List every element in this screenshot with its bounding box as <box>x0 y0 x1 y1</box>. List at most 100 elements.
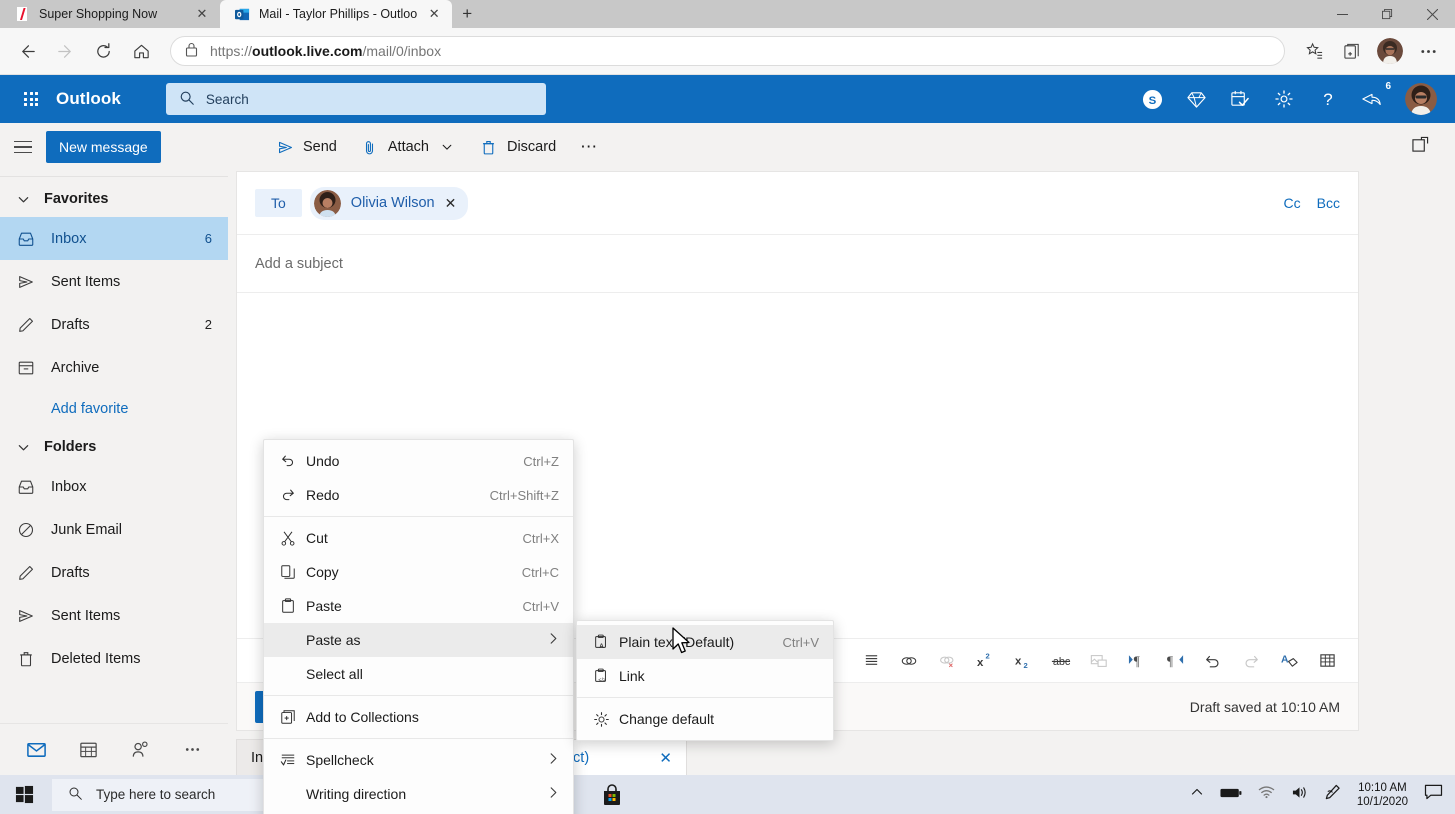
attach-button[interactable]: Attach <box>349 131 468 163</box>
pencil-icon <box>16 563 35 582</box>
cc-button[interactable]: Cc <box>1284 195 1301 211</box>
home-icon[interactable] <box>124 34 158 68</box>
sidebar-item-label: Drafts <box>51 564 90 581</box>
align-icon[interactable] <box>852 646 890 676</box>
volume-icon[interactable] <box>1291 785 1308 805</box>
context-menu-item-paste[interactable]: Paste Ctrl+V <box>264 589 573 623</box>
context-menu-item-writing-direction[interactable]: Writing direction <box>264 777 573 811</box>
pen-icon[interactable] <box>1324 784 1341 805</box>
share-icon[interactable]: 6 <box>1361 81 1391 110</box>
favorites-icon[interactable] <box>1297 34 1331 68</box>
new-tab-button[interactable]: + <box>452 0 482 28</box>
hamburger-menu-icon[interactable] <box>14 136 36 158</box>
minimize-icon[interactable] <box>1320 0 1365 28</box>
submenu-item-plain-text[interactable]: A Plain text (Default) Ctrl+V <box>577 625 833 659</box>
rtl-icon[interactable]: ¶ <box>1156 646 1194 676</box>
subject-input[interactable]: Add a subject <box>237 235 1358 293</box>
window-controls <box>1320 0 1455 28</box>
sidebar-item-archive-fav[interactable]: Archive <box>0 346 228 389</box>
link-icon[interactable] <box>890 646 928 676</box>
tab-close-icon[interactable]: ✕ <box>194 6 210 22</box>
browser-more-icon[interactable] <box>1411 34 1445 68</box>
sidebar-item-junk[interactable]: Junk Email <box>0 508 228 551</box>
diamond-icon[interactable] <box>1185 88 1207 110</box>
context-menu-item-paste-as[interactable]: Paste as <box>264 623 573 657</box>
taskbar-clock[interactable]: 10:10 AM 10/1/2020 <box>1357 781 1408 809</box>
sidebar-item-sent[interactable]: Sent Items <box>0 594 228 637</box>
clear-format-icon[interactable]: A <box>1270 646 1308 676</box>
undo-icon[interactable] <box>1194 646 1232 676</box>
popout-icon[interactable] <box>1412 136 1455 158</box>
reload-icon[interactable] <box>86 34 120 68</box>
profile-avatar[interactable] <box>1373 34 1407 68</box>
start-button-icon[interactable] <box>0 775 48 814</box>
remove-recipient-icon[interactable]: ✕ <box>445 195 457 212</box>
sidebar-item-inbox-fav[interactable]: Inbox 6 <box>0 217 228 260</box>
sidebar-item-deleted[interactable]: Deleted Items <box>0 637 228 680</box>
address-bar[interactable]: https://outlook.live.com/mail/0/inbox <box>170 36 1285 66</box>
calendar-check-icon[interactable] <box>1229 88 1251 110</box>
add-favorite-link[interactable]: Add favorite <box>0 389 228 429</box>
chevron-right-icon <box>548 786 559 802</box>
browser-tab-shopping[interactable]: Super Shopping Now ✕ <box>0 0 220 28</box>
context-menu-item-add-to-collections[interactable]: Add to Collections <box>264 700 573 734</box>
user-avatar[interactable] <box>1405 83 1437 115</box>
maximize-icon[interactable] <box>1365 0 1410 28</box>
discard-button[interactable]: Discard <box>468 131 568 163</box>
superscript-icon[interactable]: x2 <box>966 646 1004 676</box>
context-menu-item-redo[interactable]: Redo Ctrl+Shift+Z <box>264 478 573 512</box>
new-message-button[interactable]: New message <box>46 131 161 163</box>
tab-close-icon[interactable]: ✕ <box>426 6 442 22</box>
strikethrough-icon[interactable]: abc <box>1042 646 1080 676</box>
context-menu-item-select-all[interactable]: Select all <box>264 657 573 691</box>
bcc-button[interactable]: Bcc <box>1317 195 1340 211</box>
table-icon[interactable] <box>1308 646 1346 676</box>
sidebar-more-icon[interactable] <box>166 728 218 772</box>
skype-icon[interactable]: S <box>1141 88 1163 110</box>
context-menu-item-undo[interactable]: Undo Ctrl+Z <box>264 444 573 478</box>
to-field-label[interactable]: To <box>255 189 302 217</box>
calendar-icon[interactable] <box>62 728 114 772</box>
search-icon <box>68 786 83 804</box>
ltr-icon[interactable]: ¶ <box>1118 646 1156 676</box>
svg-text:A: A <box>1280 654 1288 665</box>
archive-icon <box>16 358 35 377</box>
app-launcher-icon[interactable] <box>14 82 48 116</box>
settings-gear-icon[interactable] <box>1273 88 1295 110</box>
chevron-down-icon <box>438 138 456 156</box>
context-menu-item-cut[interactable]: Cut Ctrl+X <box>264 521 573 555</box>
outlook-brand-label[interactable]: Outlook <box>56 89 121 109</box>
search-placeholder: Search <box>205 91 249 107</box>
context-menu-item-spellcheck[interactable]: Spellcheck <box>264 743 573 777</box>
sidebar-item-label: Sent Items <box>51 607 121 624</box>
doc-tab-close-icon[interactable]: ✕ <box>659 749 672 767</box>
notification-icon[interactable] <box>1424 784 1443 805</box>
compose-more-icon[interactable]: ⋯ <box>568 135 609 159</box>
submenu-item-change-default[interactable]: Change default <box>577 702 833 736</box>
recipient-chip[interactable]: Olivia Wilson ✕ <box>309 186 469 220</box>
people-icon[interactable] <box>114 728 166 772</box>
sidebar-item-drafts-fav[interactable]: Drafts 2 <box>0 303 228 346</box>
favorites-group-header[interactable]: Favorites <box>0 181 228 217</box>
sidebar-item-sent-fav[interactable]: Sent Items <box>0 260 228 303</box>
sidebar-item-inbox[interactable]: Inbox <box>0 465 228 508</box>
context-menu-item-copy[interactable]: Copy Ctrl+C <box>264 555 573 589</box>
chevron-up-icon[interactable] <box>1190 785 1204 804</box>
help-icon[interactable]: ? <box>1317 88 1339 110</box>
subscript-icon[interactable]: x2 <box>1004 646 1042 676</box>
submenu-item-link[interactable]: </> Link <box>577 659 833 693</box>
folders-group-header[interactable]: Folders <box>0 429 228 465</box>
sidebar-item-drafts[interactable]: Drafts <box>0 551 228 594</box>
context-menu-item-label: Cut <box>306 530 328 546</box>
mail-icon[interactable] <box>10 728 62 772</box>
back-icon[interactable] <box>10 34 44 68</box>
close-icon[interactable] <box>1410 0 1455 28</box>
battery-icon[interactable] <box>1220 786 1242 804</box>
search-input[interactable]: Search <box>165 83 546 115</box>
browser-tab-outlook[interactable]: Mail - Taylor Phillips - Outloo ✕ <box>220 0 453 28</box>
discard-label: Discard <box>506 139 557 155</box>
wifi-icon[interactable] <box>1258 785 1275 804</box>
store-icon[interactable] <box>590 775 634 814</box>
collections-icon[interactable] <box>1335 34 1369 68</box>
send-toolbar-button[interactable]: Send <box>264 131 349 163</box>
